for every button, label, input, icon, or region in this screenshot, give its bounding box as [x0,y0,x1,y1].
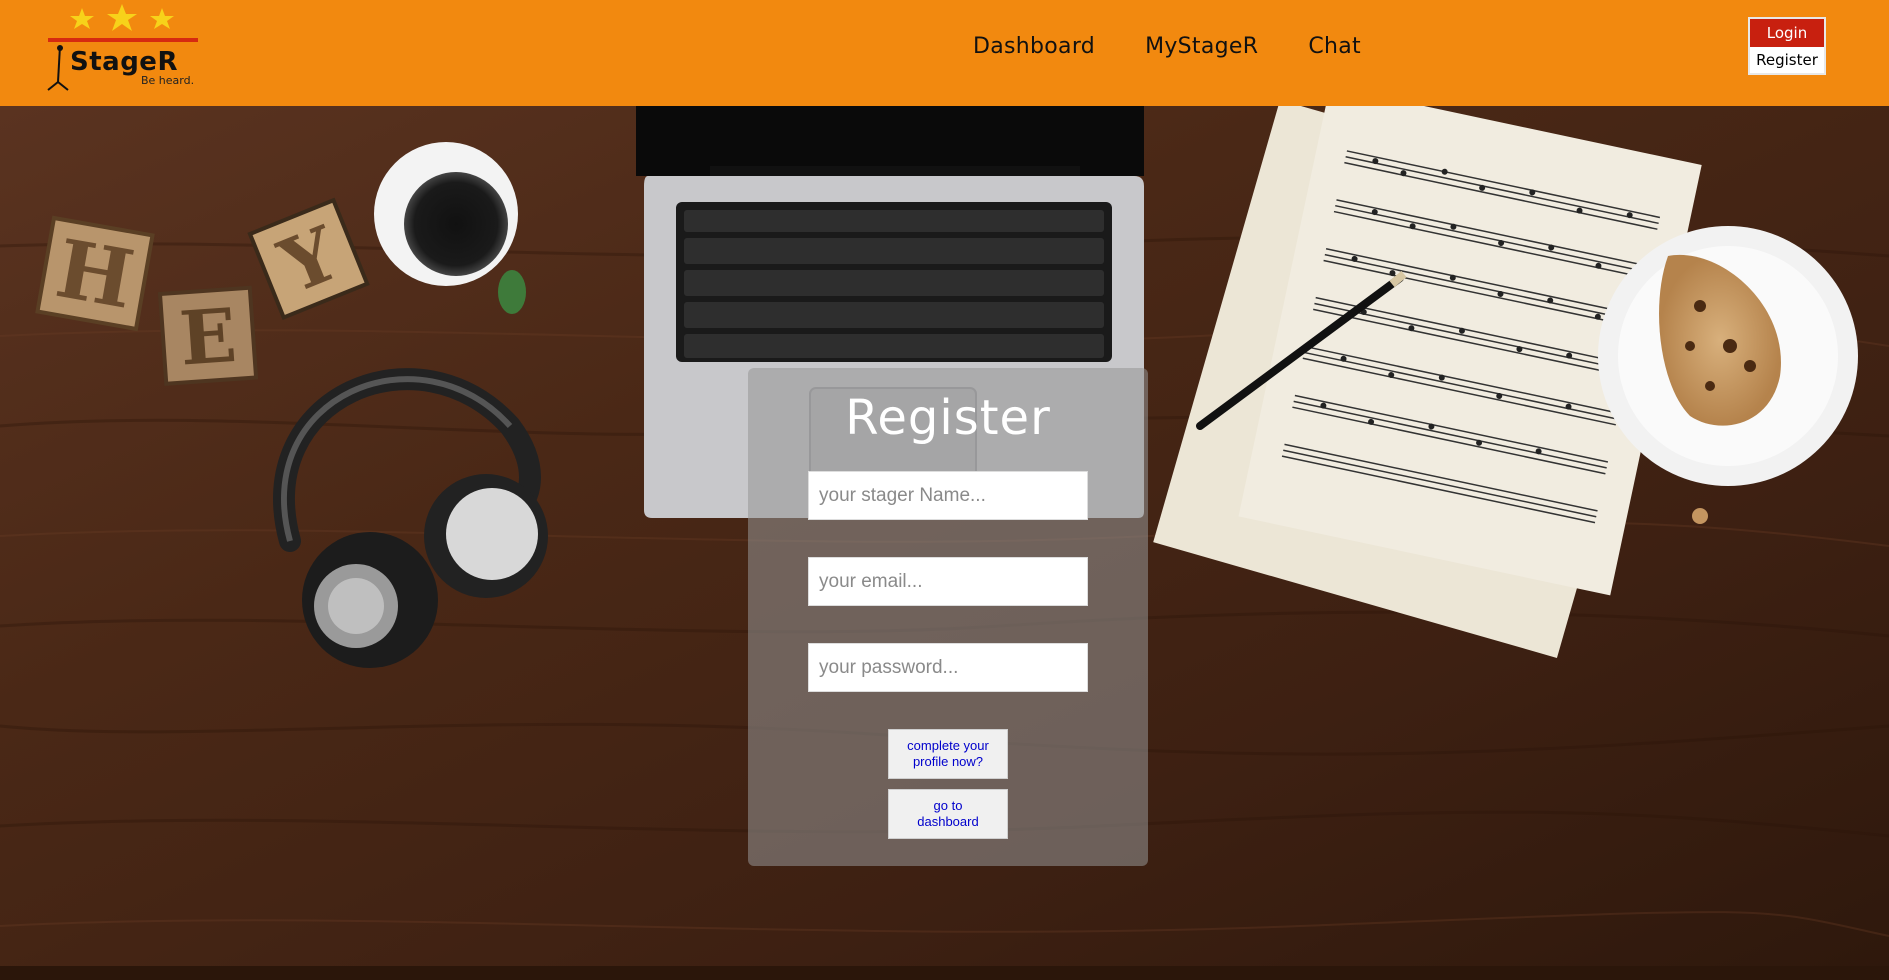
email-input[interactable] [808,557,1088,606]
svg-text:E: E [177,293,239,383]
brand-tagline: Be heard. [141,74,195,87]
auth-menu: Login Register [1748,17,1826,75]
register-card: Register complete your profile now? go t… [748,368,1148,866]
logo-underline [48,38,198,42]
nav-dashboard[interactable]: Dashboard [973,34,1095,59]
go-to-dashboard-button[interactable]: go to dashboard [888,789,1008,839]
svg-text:H: H [50,221,141,327]
nav-chat[interactable]: Chat [1308,34,1361,59]
stager-name-input[interactable] [808,471,1088,520]
top-navbar: StageR Be heard. Dashboard MyStageR Chat… [0,0,1889,106]
nav-mystager[interactable]: MyStageR [1145,34,1258,59]
stager-logo[interactable]: StageR Be heard. [44,2,200,92]
login-button[interactable]: Login [1750,19,1824,47]
complete-profile-button[interactable]: complete your profile now? [888,729,1008,779]
brand-name: StageR [70,47,178,77]
page: H E Y StageR Be heard. Dashboard MyStage… [0,0,1889,980]
stars-icon [70,4,174,31]
register-button[interactable]: Register [1750,47,1824,73]
register-title: Register [845,390,1051,446]
main-nav: Dashboard MyStageR Chat [973,34,1361,59]
microphone-stand-icon [47,45,69,91]
password-input[interactable] [808,643,1088,692]
